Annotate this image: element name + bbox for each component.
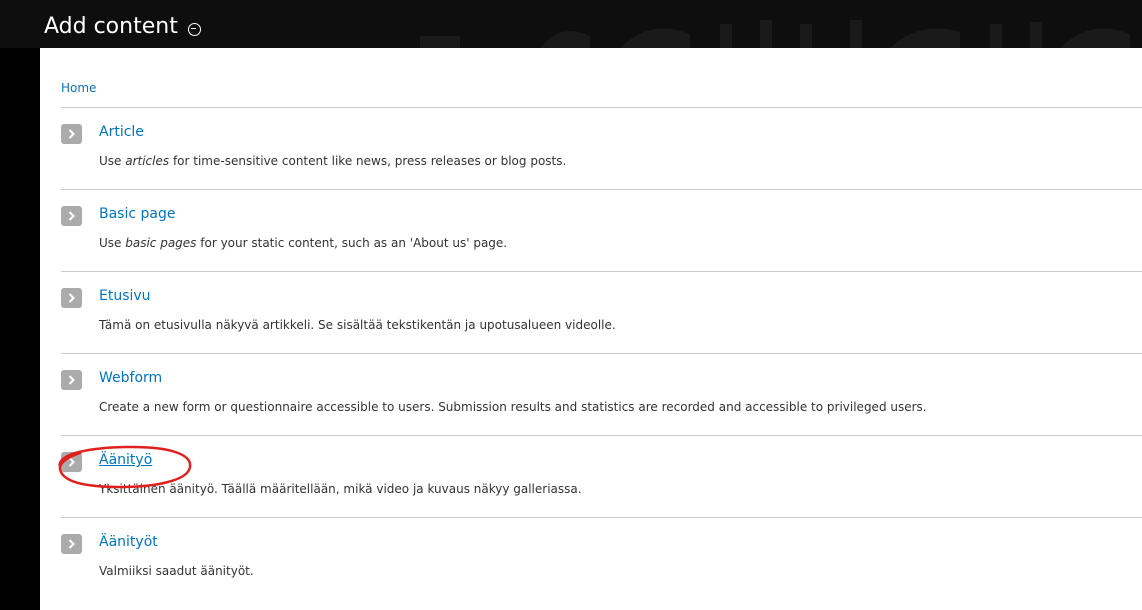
remove-shortcut-icon[interactable] [187, 22, 201, 36]
content-type-etusivu: Etusivu Tämä on etusivulla näkyvä artikk… [61, 271, 1142, 353]
content-type-article: Article Use articles for time-sensitive … [61, 107, 1142, 189]
page-header: Add content [0, 0, 1142, 48]
content-type-description: Valmiiksi saadut äänityöt. [99, 564, 254, 578]
content-type-description: Create a new form or questionnaire acces… [99, 400, 927, 414]
content-type-aanityo: Äänityö Yksittäinen äänityö. Täällä määr… [61, 435, 1142, 517]
content-type-list: Article Use articles for time-sensitive … [61, 107, 1142, 599]
chevron-right-icon[interactable] [61, 370, 82, 390]
content-type-title[interactable]: Webform [99, 370, 162, 386]
content-type-title[interactable]: Äänityö [99, 452, 152, 468]
content-type-webform: Webform Create a new form or questionnai… [61, 353, 1142, 435]
content-type-description: Use articles for time-sensitive content … [99, 154, 567, 168]
chevron-right-icon[interactable] [61, 452, 82, 472]
content-type-description: Tämä on etusivulla näkyvä artikkeli. Se … [99, 318, 616, 332]
content-type-aanityot: Äänityöt Valmiiksi saadut äänityöt. [61, 517, 1142, 599]
title-wrap: Add content [44, 14, 201, 40]
content-type-description: Yksittäinen äänityö. Täällä määritellään… [99, 482, 582, 496]
breadcrumb-home-link[interactable]: Home [61, 81, 96, 95]
content-type-title[interactable]: Basic page [99, 206, 175, 222]
content-type-description: Use basic pages for your static content,… [99, 236, 508, 250]
content-type-basic-page: Basic page Use basic pages for your stat… [61, 189, 1142, 271]
chevron-right-icon[interactable] [61, 206, 82, 226]
content-type-title[interactable]: Article [99, 124, 144, 140]
page-frame: Add content Home Article Use articles fo… [0, 0, 1142, 610]
content-type-title[interactable]: Äänityöt [99, 534, 158, 550]
content-type-title[interactable]: Etusivu [99, 288, 151, 304]
chevron-right-icon[interactable] [61, 124, 82, 144]
chevron-right-icon[interactable] [61, 288, 82, 308]
content-area: Home Article Use articles for time-sensi… [40, 48, 1142, 610]
page-title: Add content [44, 14, 178, 39]
chevron-right-icon[interactable] [61, 534, 82, 554]
